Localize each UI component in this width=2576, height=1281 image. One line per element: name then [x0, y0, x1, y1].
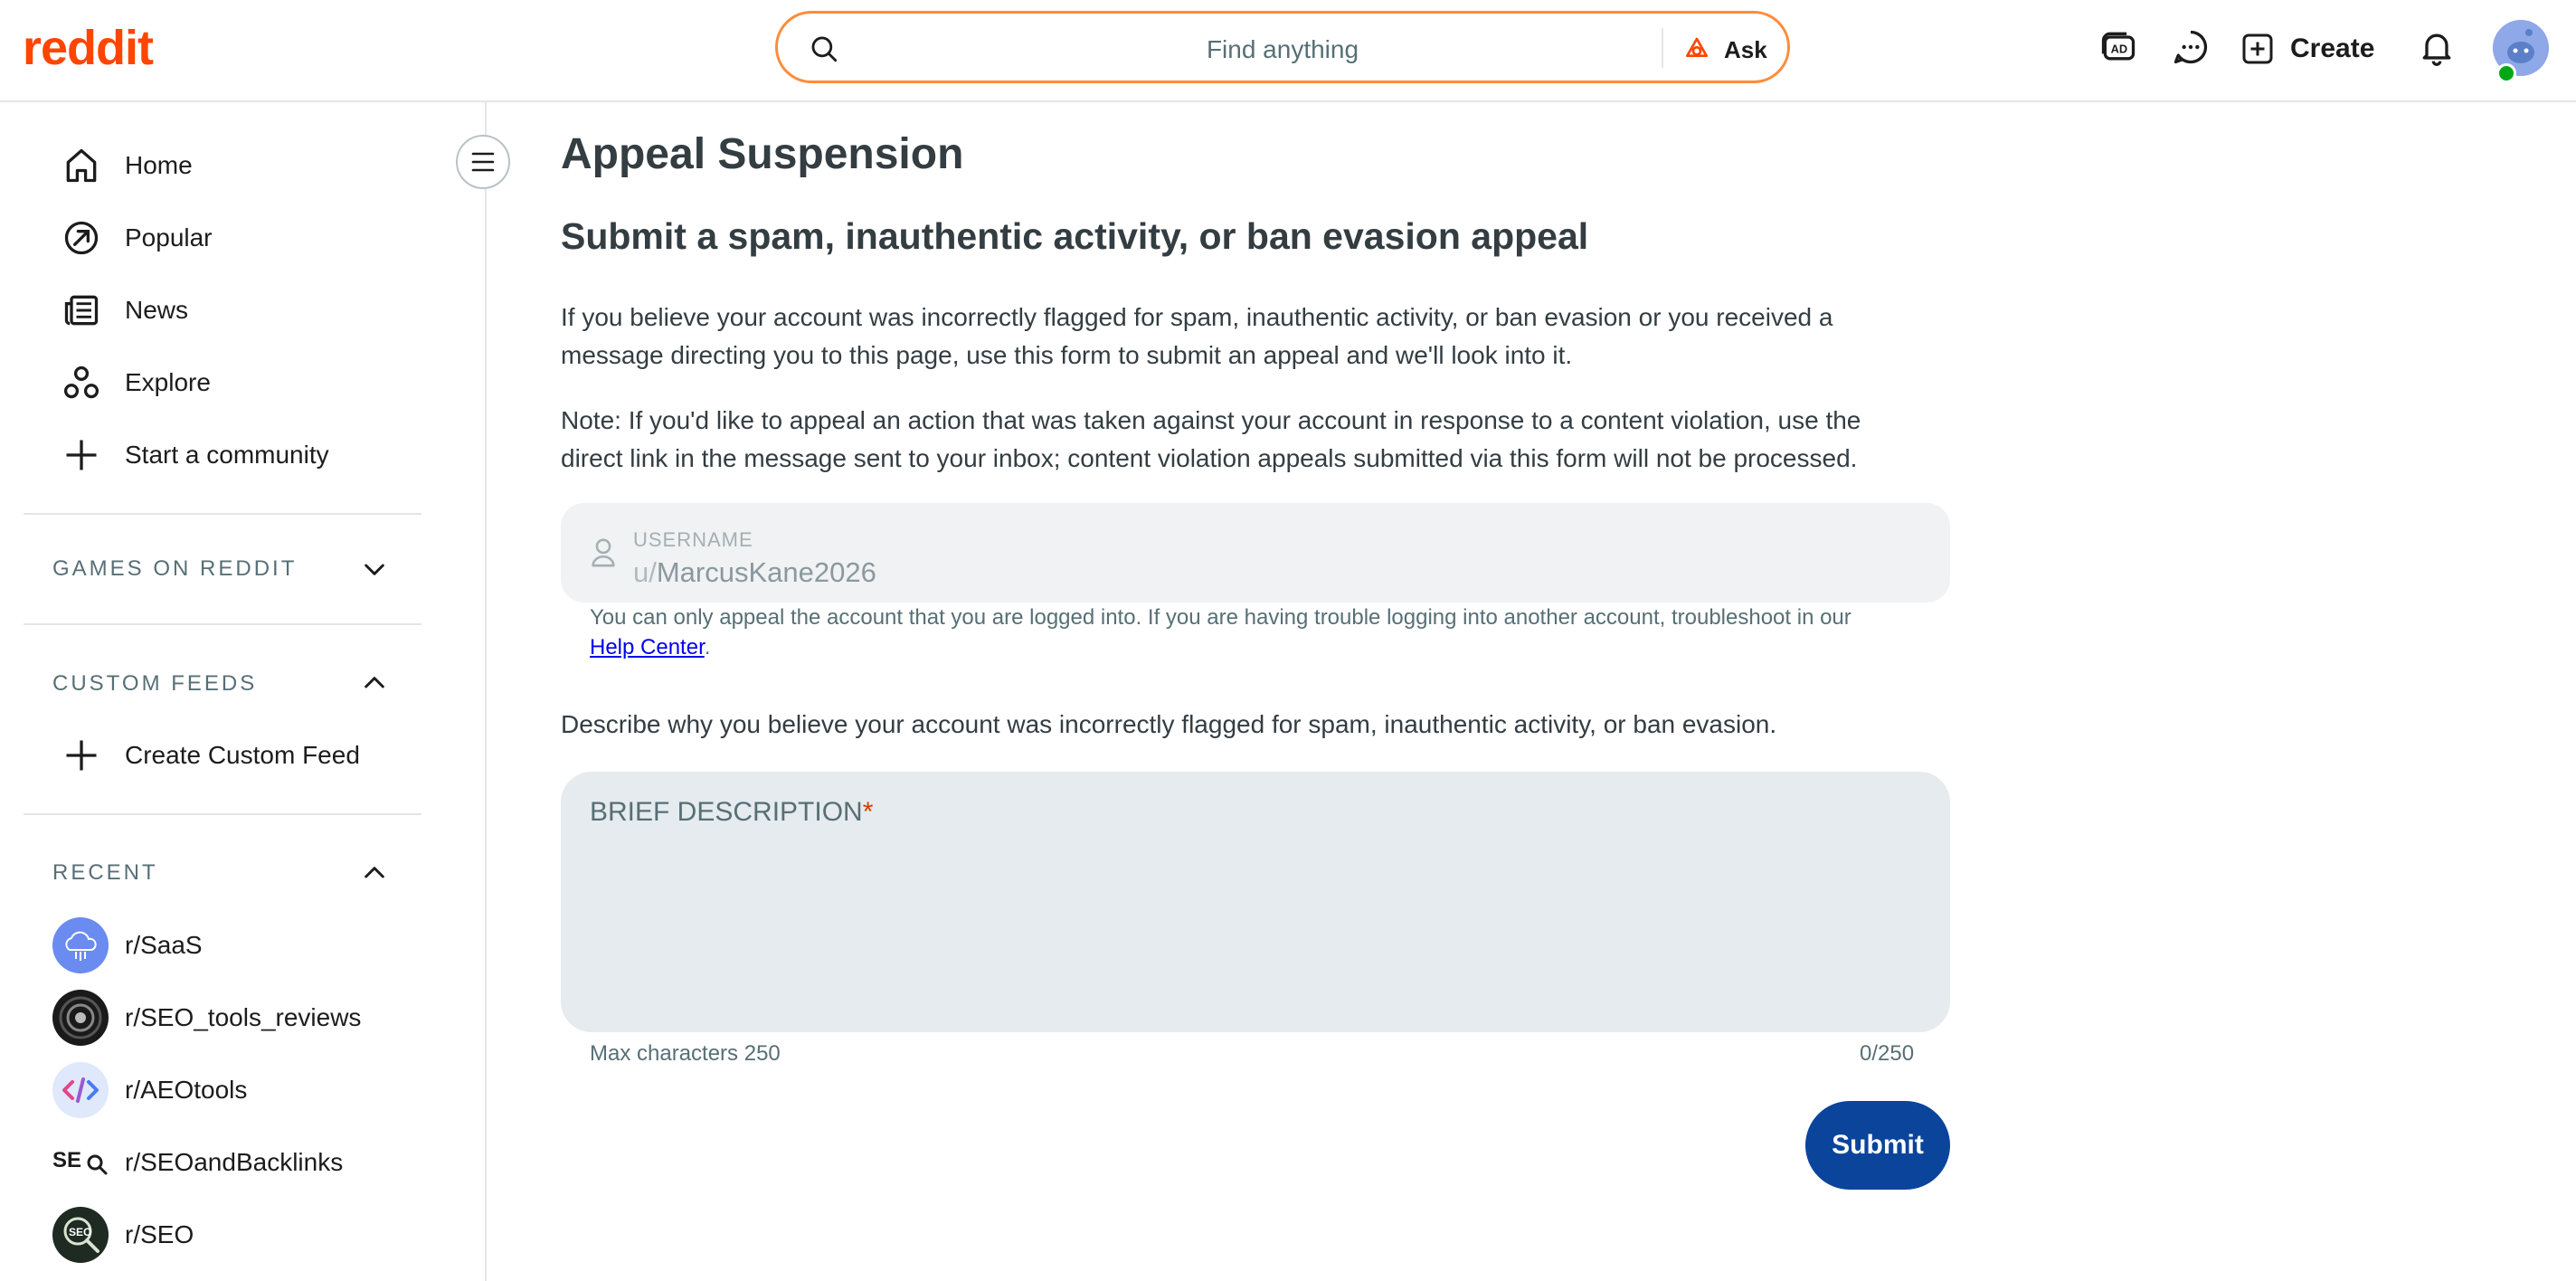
seo-community-icon: SEO [52, 1207, 109, 1263]
helper-text: You can only appeal the account that you… [590, 605, 1852, 630]
sidebar-item-label: r/SEO [125, 1220, 194, 1248]
recent-community-aeotools[interactable]: r/AEOtools [0, 1058, 470, 1122]
popular-icon [64, 221, 99, 255]
seoandbacklinks-community-icon: SE [52, 1134, 109, 1191]
sidebar-item-label: r/SEO_tools_reviews [125, 1003, 362, 1031]
sidebar-divider [24, 813, 421, 815]
chevron-up-icon[interactable] [360, 669, 389, 697]
sidebar-item-explore[interactable]: Explore [0, 351, 470, 414]
chat-icon[interactable] [2171, 27, 2211, 67]
answers-icon [1686, 37, 1708, 57]
sidebar-item-label: r/AEOtools [125, 1076, 248, 1104]
sidebar-item-label: News [125, 296, 189, 324]
explore-icon [63, 365, 99, 399]
svg-text:SE: SE [52, 1148, 81, 1172]
brief-description-textarea[interactable]: BRIEF DESCRIPTION* [561, 772, 1950, 1032]
recent-community-seo-tools-reviews[interactable]: r/SEO_tools_reviews [0, 986, 470, 1049]
brief-description-label-text: BRIEF DESCRIPTION [590, 797, 863, 827]
submit-button[interactable]: Submit [1805, 1101, 1950, 1190]
username-helper-text: You can only appeal the account that you… [590, 603, 1946, 662]
create-icon [2242, 33, 2273, 64]
sidebar-item-label: Popular [125, 223, 213, 251]
username-text: MarcusKane2026 [656, 556, 876, 588]
sidebar-divider [24, 513, 421, 515]
plus-icon [66, 440, 97, 470]
recent-community-saas[interactable]: r/SaaS [0, 914, 470, 977]
custom-feeds-section-heading[interactable]: CUSTOM FEEDS [52, 671, 257, 697]
max-characters-hint: Max characters 250 [590, 1041, 781, 1066]
username-prefix: u/ [633, 556, 657, 588]
sidebar-item-label: Home [125, 151, 193, 179]
top-header: reddit Find anything Ask AD Create [0, 0, 2576, 102]
menu-icon [471, 152, 495, 172]
describe-prompt: Describe why you believe your account wa… [561, 710, 1777, 738]
sidebar-item-label: r/SEOandBacklinks [125, 1148, 344, 1176]
games-section-heading[interactable]: GAMES ON REDDIT [52, 556, 297, 582]
recent-community-seoandbacklinks[interactable]: SE r/SEOandBacklinks [0, 1131, 470, 1194]
ask-button[interactable]: Ask [1682, 30, 1767, 70]
sidebar-item-label: Explore [125, 368, 211, 396]
online-status-dot [2496, 63, 2516, 83]
ask-label: Ask [1724, 35, 1767, 63]
chevron-down-icon[interactable] [360, 555, 389, 584]
sidebar-divider [24, 623, 421, 625]
create-button[interactable]: Create [2240, 24, 2374, 74]
aeotools-community-icon [52, 1062, 109, 1118]
seo-tools-reviews-community-icon [52, 990, 109, 1046]
collapse-sidebar-button[interactable] [456, 135, 510, 189]
svg-text:SEO: SEO [69, 1226, 91, 1238]
brief-description-label: BRIEF DESCRIPTION* [590, 797, 873, 828]
saas-community-icon [52, 917, 109, 973]
search-divider [1662, 28, 1663, 68]
search-input[interactable]: Find anything [778, 35, 1787, 64]
sidebar-item-label: Create Custom Feed [125, 741, 360, 769]
advertise-icon[interactable]: AD [2098, 27, 2138, 67]
home-icon [66, 148, 97, 183]
sidebar-item-create-custom-feed[interactable]: Create Custom Feed [0, 724, 470, 787]
sidebar-item-start-community[interactable]: Start a community [0, 423, 470, 487]
sidebar-item-label: Start a community [125, 441, 329, 469]
news-icon [64, 295, 99, 326]
help-center-link[interactable]: Help Center [590, 635, 705, 659]
sidebar-item-label: r/SaaS [125, 931, 203, 959]
recent-section-heading[interactable]: RECENT [52, 860, 158, 886]
left-sidebar: Home Popular News Explore Start a commun… [0, 102, 487, 1281]
user-icon [592, 538, 615, 567]
note-line: direct link in the message sent to your … [561, 444, 1858, 472]
sidebar-item-popular[interactable]: Popular [0, 206, 470, 270]
plus-icon [66, 740, 97, 771]
required-mark: * [862, 797, 874, 827]
svg-text:AD: AD [2111, 42, 2128, 55]
search-bar[interactable]: Find anything Ask [775, 11, 1790, 83]
form-subtitle: Submit a spam, inauthentic activity, or … [561, 215, 1589, 257]
username-value: u/MarcusKane2026 [633, 556, 876, 589]
create-label: Create [2290, 33, 2375, 63]
intro-paragraph: If you believe your account was incorrec… [561, 299, 1954, 375]
notification-icon[interactable] [2417, 27, 2457, 67]
intro-line: message directing you to this page, use … [561, 341, 1573, 369]
intro-line: If you believe your account was incorrec… [561, 303, 1833, 331]
note-paragraph: Note: If you'd like to appeal an action … [561, 402, 1954, 478]
username-label: USERNAME [633, 528, 753, 551]
page-title: Appeal Suspension [561, 130, 964, 178]
character-counter: 0/250 [1860, 1041, 1915, 1066]
reddit-logo[interactable]: reddit [23, 20, 154, 76]
helper-period: . [704, 635, 711, 659]
username-field: USERNAME u/MarcusKane2026 [561, 503, 1950, 603]
recent-community-seo[interactable]: SEO r/SEO [0, 1203, 470, 1267]
chevron-up-icon[interactable] [360, 859, 389, 887]
note-line: Note: If you'd like to appeal an action … [561, 406, 1861, 434]
sidebar-item-news[interactable]: News [0, 279, 470, 342]
sidebar-item-home[interactable]: Home [0, 134, 470, 197]
